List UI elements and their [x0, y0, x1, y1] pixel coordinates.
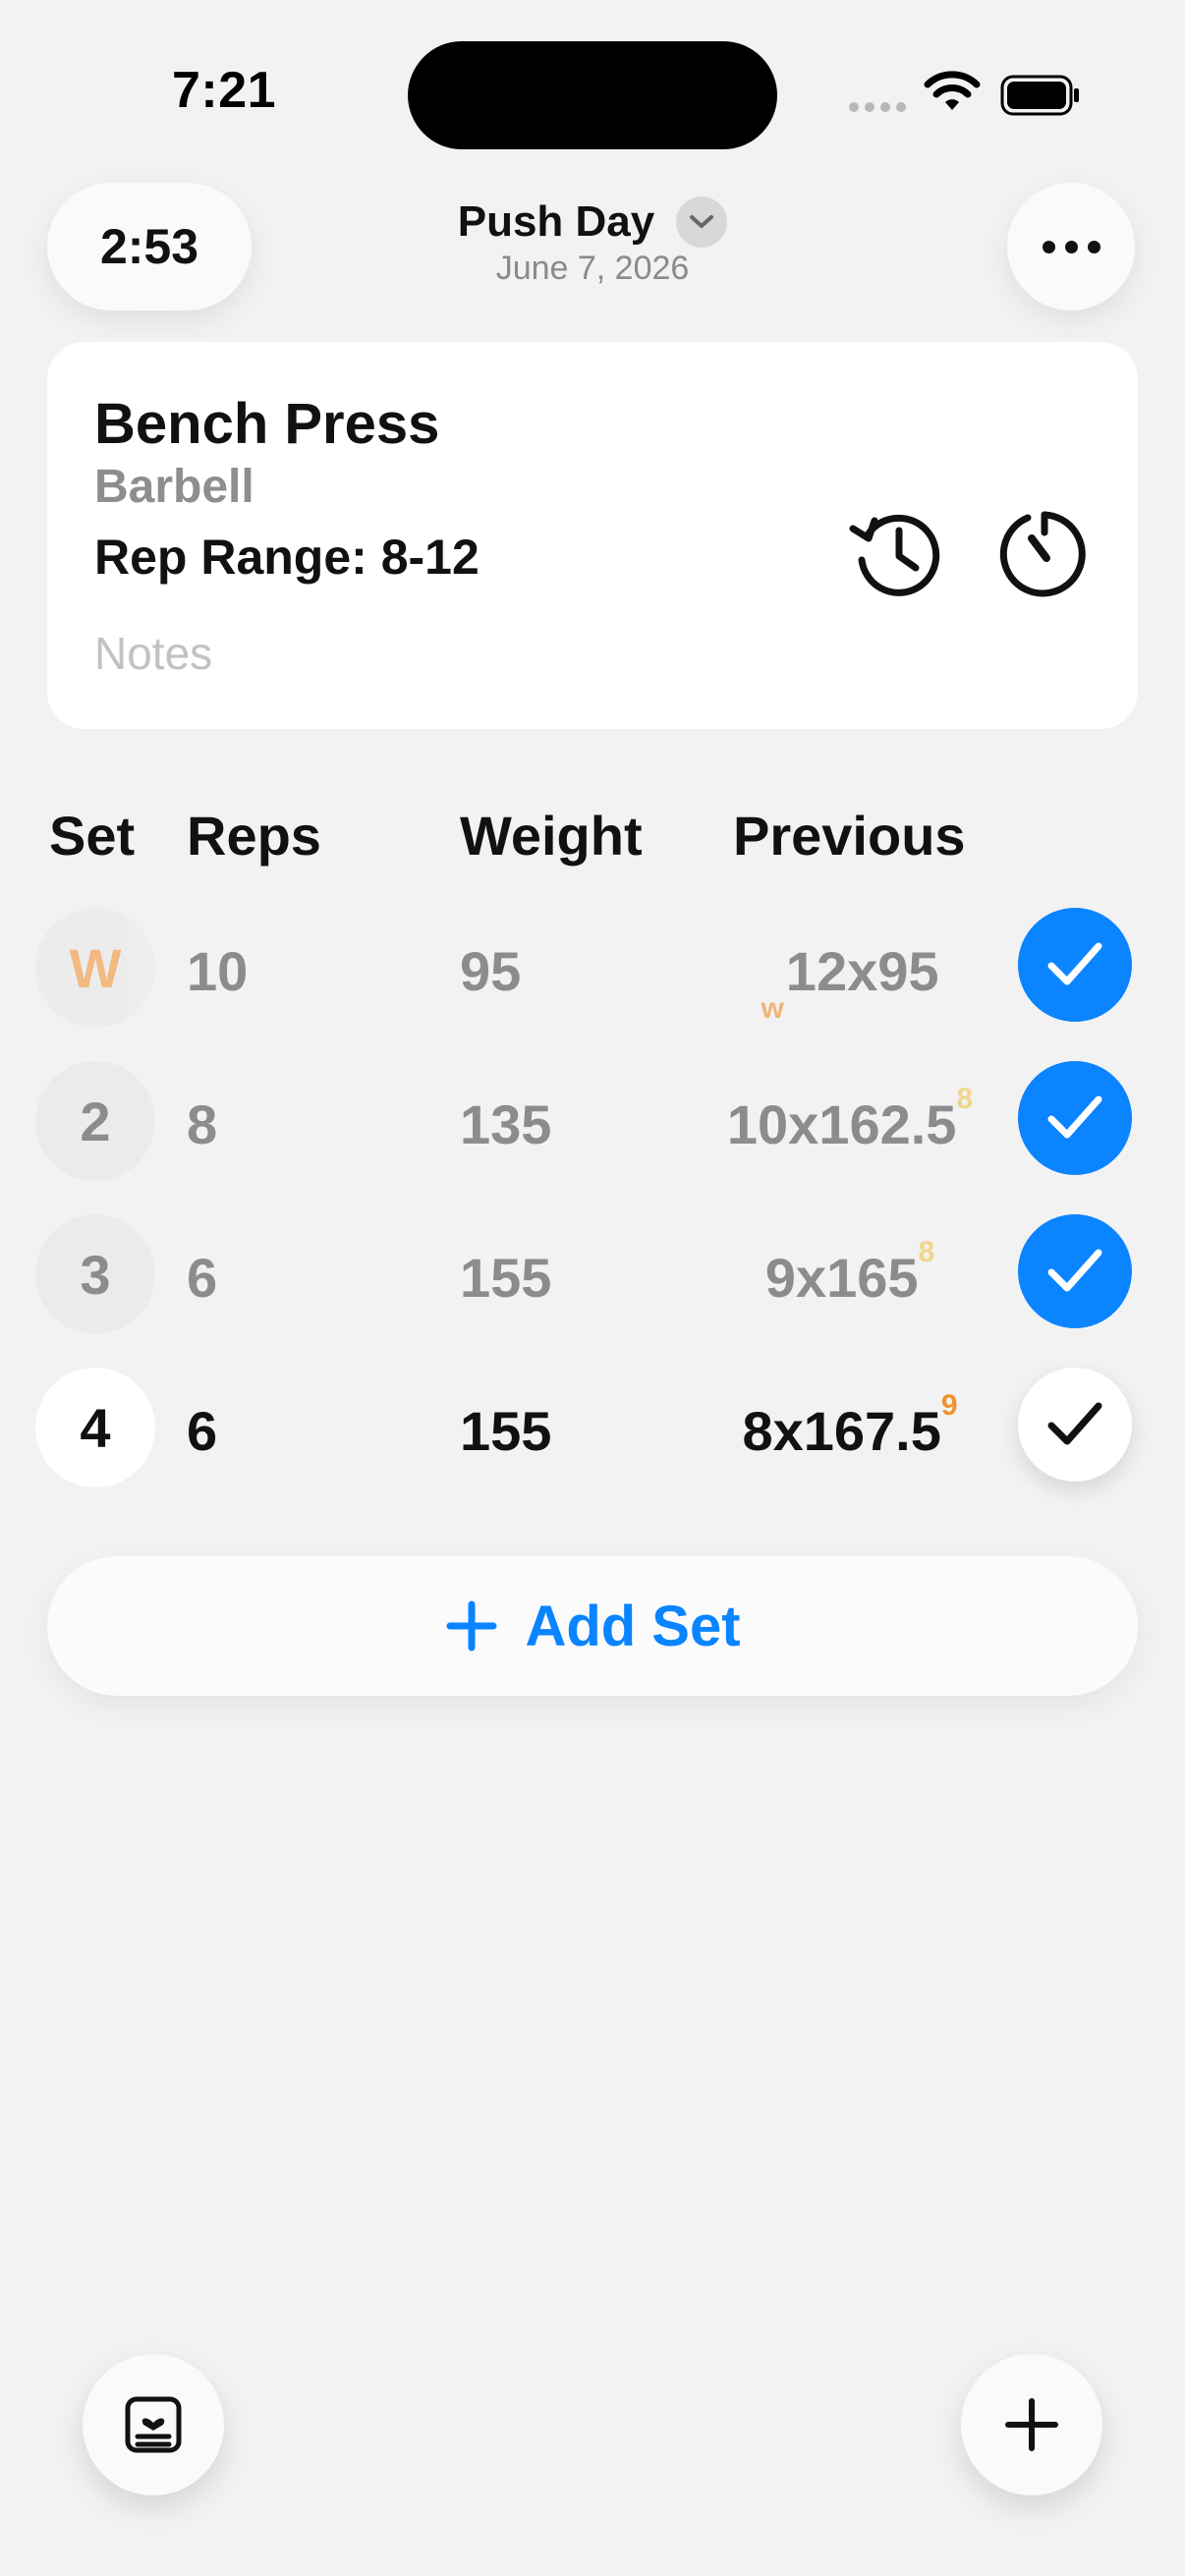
exercise-equipment: Barbell — [94, 461, 254, 513]
column-header-previous: Previous — [733, 805, 966, 867]
previous-rpe: 9 — [940, 1389, 958, 1422]
previous-text: 12x95 — [785, 940, 939, 1002]
previous-text: 9x165 — [764, 1247, 919, 1309]
set-number[interactable]: 3 — [35, 1214, 155, 1334]
previous-value[interactable]: 10x162.58 — [688, 1083, 1012, 1156]
weight-field[interactable]: 155 — [460, 1399, 551, 1463]
column-header-set: Set — [49, 805, 136, 867]
chevron-down-icon[interactable] — [676, 196, 728, 248]
more-options-button[interactable] — [1007, 183, 1135, 310]
previous-value[interactable]: w12x95 — [688, 939, 1012, 1025]
status-bar-time: 7:21 — [172, 62, 277, 119]
dynamic-island — [408, 41, 777, 149]
exercise-card: Bench Press Barbell Rep Range: 8-12 Note… — [47, 342, 1138, 729]
stopwatch-icon[interactable] — [990, 499, 1099, 607]
set-row: 4 6 155 8x167.59 — [0, 1364, 1185, 1491]
checkmark-icon — [1047, 1095, 1102, 1139]
set-row: W 10 95 w12x95 — [0, 904, 1185, 1032]
reps-field[interactable]: 6 — [187, 1246, 217, 1310]
set-number[interactable]: 4 — [35, 1368, 155, 1487]
clipboard-heart-icon — [125, 2396, 182, 2453]
previous-value[interactable]: 8x167.59 — [688, 1389, 1012, 1463]
checkmark-icon — [1047, 1249, 1102, 1292]
checkmark-icon — [1047, 942, 1102, 985]
set-number[interactable]: 2 — [35, 1061, 155, 1181]
weight-field[interactable]: 135 — [460, 1092, 551, 1156]
notes-field[interactable]: Notes — [94, 627, 212, 680]
elapsed-timer-button[interactable]: 2:53 — [47, 183, 252, 310]
reps-field[interactable]: 8 — [187, 1092, 217, 1156]
plus-icon — [1005, 2398, 1058, 2451]
set-row: 2 8 135 10x162.58 — [0, 1057, 1185, 1185]
previous-text: 10x162.5 — [726, 1093, 957, 1155]
workout-summary-button[interactable] — [83, 2354, 224, 2495]
reps-field[interactable]: 6 — [187, 1399, 217, 1463]
workout-title-area[interactable]: Push Day June 7, 2026 — [295, 196, 890, 288]
wifi-icon — [924, 71, 981, 110]
exercise-name[interactable]: Bench Press — [94, 391, 439, 457]
warmup-marker: w — [761, 992, 784, 1025]
weight-field[interactable]: 95 — [460, 939, 521, 1003]
previous-value[interactable]: 9x1658 — [688, 1236, 1012, 1310]
clock-history-icon[interactable] — [845, 499, 953, 607]
complete-set-toggle[interactable] — [1018, 1061, 1132, 1175]
complete-set-toggle[interactable] — [1018, 1214, 1132, 1328]
previous-text: 8x167.5 — [742, 1400, 941, 1462]
cellular-signal-icon — [849, 102, 906, 112]
column-header-weight: Weight — [460, 805, 643, 867]
add-set-label: Add Set — [525, 1594, 741, 1658]
set-number[interactable]: W — [35, 908, 155, 1028]
reps-field[interactable]: 10 — [187, 939, 248, 1003]
complete-set-toggle[interactable] — [1018, 1368, 1132, 1482]
weight-field[interactable]: 155 — [460, 1246, 551, 1310]
previous-rpe: 8 — [918, 1236, 935, 1268]
column-header-reps: Reps — [187, 805, 321, 867]
complete-set-toggle[interactable] — [1018, 908, 1132, 1022]
set-row: 3 6 155 9x1658 — [0, 1210, 1185, 1338]
plus-icon — [446, 1600, 497, 1652]
workout-date: June 7, 2026 — [495, 250, 690, 287]
previous-rpe: 8 — [956, 1083, 974, 1115]
add-exercise-button[interactable] — [961, 2354, 1102, 2495]
checkmark-icon — [1047, 1402, 1102, 1445]
rep-range-label: Rep Range: 8-12 — [94, 530, 480, 585]
battery-icon — [1000, 75, 1079, 116]
workout-title[interactable]: Push Day — [458, 197, 655, 247]
ellipsis-icon — [1042, 240, 1055, 253]
add-set-button[interactable]: Add Set — [47, 1556, 1138, 1696]
